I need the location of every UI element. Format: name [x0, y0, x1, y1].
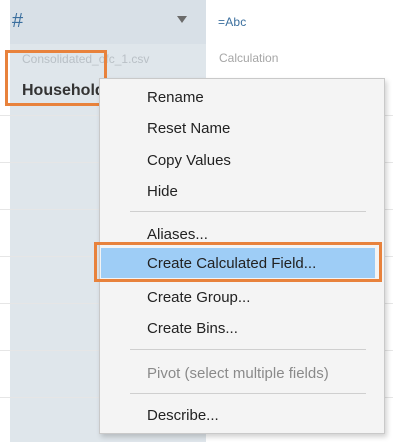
annotation-box-field-name — [5, 50, 107, 106]
menu-separator — [130, 211, 366, 212]
number-type-icon[interactable]: # — [12, 10, 23, 33]
menu-item-aliases[interactable]: Aliases... — [147, 226, 208, 243]
menu-item-reset-name[interactable]: Reset Name — [147, 120, 230, 137]
menu-separator — [130, 393, 366, 394]
menu-item-pivot: Pivot (select multiple fields) — [147, 365, 329, 382]
menu-separator — [130, 349, 366, 350]
annotation-box-create-calculated-field — [94, 242, 382, 282]
menu-item-describe[interactable]: Describe... — [147, 407, 219, 424]
menu-item-rename[interactable]: Rename — [147, 89, 204, 106]
menu-item-create-bins[interactable]: Create Bins... — [147, 320, 238, 337]
chevron-down-icon[interactable] — [177, 16, 187, 23]
column-2-source-label: Calculation — [219, 51, 279, 65]
menu-item-hide[interactable]: Hide — [147, 183, 178, 200]
calculated-string-type-icon[interactable]: =Abc — [218, 15, 247, 29]
menu-item-copy-values[interactable]: Copy Values — [147, 152, 231, 169]
menu-item-create-group[interactable]: Create Group... — [147, 289, 250, 306]
